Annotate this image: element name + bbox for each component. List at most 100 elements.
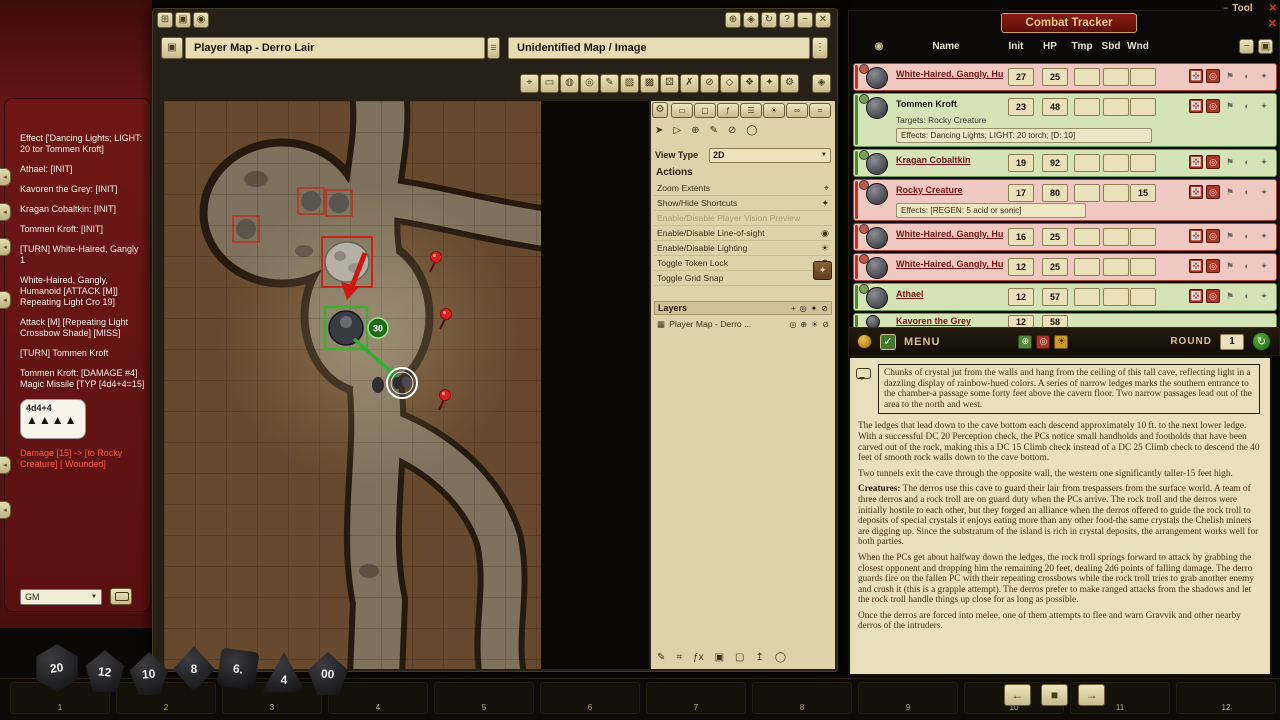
pencil-icon[interactable]: ✎ [709,125,717,136]
panel-gear-button[interactable]: ⚙ [652,102,668,118]
combatant-name[interactable]: Athael [896,289,924,299]
circle-icon[interactable]: ◯ [775,652,786,663]
play-icon[interactable]: ▷ [673,125,681,136]
sparkle-icon[interactable]: ✦ [1257,229,1271,243]
speaker-dropdown[interactable]: GM ▼ [20,589,102,605]
lock-button[interactable]: ◈ [743,12,759,28]
collapsed-window-tab[interactable]: ◂ [0,456,11,474]
hp-value[interactable]: 25 [1042,228,1068,246]
target-icon[interactable]: ◎ [789,320,796,329]
help-button[interactable]: ? [779,12,795,28]
tracker-row[interactable]: Rocky Creature Effects: [REGEN: 5 acid o… [853,179,1277,221]
hotkey-slot[interactable]: 8 [752,682,852,714]
erase-tool[interactable]: ✗ [680,74,699,93]
combatant-portrait[interactable] [866,183,888,205]
zoom-extents-tool[interactable]: ⌖ [520,74,539,93]
round-value[interactable]: 1 [1220,334,1244,350]
sparkle-icon[interactable]: ✦ [1257,69,1271,83]
action-line-of-sight[interactable]: Enable/Disable Line-of-sight◉ [654,226,832,241]
action-token-lock[interactable]: Toggle Token Lock⚙ [654,256,832,271]
panel-tool-button[interactable]: ∞ [786,103,808,118]
sbd-value[interactable] [1103,98,1129,116]
token-tool[interactable]: ◍ [560,74,579,93]
forbid-tool[interactable]: ⊘ [700,74,719,93]
group-tool[interactable]: ❖ [740,74,759,93]
sbd-value[interactable] [1103,288,1129,306]
window-panel-button[interactable]: ▣ [175,12,191,28]
roll-die-icon[interactable]: ⚄ [1189,99,1203,113]
no-entry-icon[interactable]: ⊘ [728,125,736,136]
tracker-row[interactable]: White-Haired, Gangly, Hu 27 25 ⊕◎⚑◐✦⚄ [853,63,1277,91]
effects-icon[interactable]: ◎ [1206,229,1220,243]
combatant-portrait[interactable] [866,227,888,249]
combatant-portrait[interactable] [866,97,888,119]
copy-icon[interactable]: ▢ [735,652,744,663]
wnd-value[interactable] [1130,154,1156,172]
wnd-value[interactable] [1130,228,1156,246]
flag-icon[interactable]: ⚑ [1223,155,1237,169]
speech-bubble-icon[interactable] [856,368,871,379]
minimize-button[interactable]: − [797,12,813,28]
sparkle-icon[interactable]: ✦ [1257,155,1271,169]
add-layer-icon[interactable]: + [791,304,796,313]
select-tool[interactable]: ▭ [540,74,559,93]
vision-icon[interactable]: ◐ [1240,229,1254,243]
tab-list-button[interactable]: ☰ [487,37,500,59]
d100-die[interactable]: 00 [306,652,350,696]
sbd-value[interactable] [1103,68,1129,86]
d4-die[interactable]: 4 [262,652,306,694]
combatant-name[interactable]: White-Haired, Gangly, Hu [896,259,1003,269]
flag-icon[interactable]: ⚑ [1223,69,1237,83]
hp-value[interactable]: 92 [1042,154,1068,172]
hotkey-slot[interactable]: 7 [646,682,746,714]
flag-icon[interactable]: ⚑ [1223,289,1237,303]
panel-tool-button[interactable]: ▭ [671,103,693,118]
sparkle-icon[interactable]: ✦ [1257,289,1271,303]
panel-tool-button[interactable]: ▢ [694,103,716,118]
combatant-name[interactable]: White-Haired, Gangly, Hu [896,69,1003,79]
tab-unidentified-map[interactable]: Unidentified Map / Image [508,37,810,59]
wnd-value[interactable] [1130,288,1156,306]
map-tab-icon-button[interactable]: ▣ [161,37,183,59]
combatant-name[interactable]: Rocky Creature [896,185,963,195]
hp-value[interactable]: 48 [1042,98,1068,116]
tab-options-button[interactable]: ⋮ [812,37,828,59]
sparkle-icon[interactable]: ✦ [1257,99,1271,113]
collapsed-window-tab[interactable]: ◂ [0,168,11,186]
init-value[interactable]: 12 [1008,288,1034,306]
dice-tool[interactable]: ⚄ [660,74,679,93]
tmp-value[interactable] [1074,98,1100,116]
action-lighting[interactable]: Enable/Disable Lighting☀ [654,241,832,256]
combatant-name[interactable]: White-Haired, Gangly, Hu [896,229,1003,239]
zoom-button[interactable]: ⊕ [725,12,741,28]
collapsed-window-tab[interactable]: ◂ [0,203,11,221]
close-button[interactable]: ✕ [815,12,831,28]
combatant-name[interactable]: Tommen Kroft [896,99,957,109]
map-window-titlebar[interactable]: ⊞ ▣ ◉ ⊕ ◈ ↻ ? − ✕ [153,9,837,31]
effects-icon[interactable]: ◎ [1206,259,1220,273]
d12-die[interactable]: 12 [84,650,126,694]
chat-bubble-icon[interactable] [110,588,132,605]
tracker-row-active[interactable]: Tommen Kroft Targets: Rocky Creature Eff… [853,93,1277,147]
tracker-row[interactable]: Athael 12 57 ⊕◎⚑◐✦⚄ [853,283,1277,311]
cursor-icon[interactable]: ➤ [655,125,663,136]
minimize-button[interactable]: − [1239,39,1254,54]
tmp-value[interactable] [1074,288,1100,306]
light-icon[interactable]: ☀ [1054,335,1068,349]
panel-tool-button[interactable]: ☀ [763,103,785,118]
sbd-value[interactable] [1103,184,1129,202]
action-zoom-extents[interactable]: Zoom Extents⌖ [654,181,832,196]
next-page-button[interactable]: → [1078,684,1105,706]
export-icon[interactable]: ↥ [756,652,764,663]
hp-value[interactable]: 57 [1042,288,1068,306]
action-show-hide-shortcuts[interactable]: Show/Hide Shortcuts✦ [654,196,832,211]
minimize-icon[interactable]: − [1223,3,1228,13]
init-value[interactable]: 12 [1008,258,1034,276]
vision-icon[interactable]: ◐ [1240,99,1254,113]
stop-button[interactable]: ■ [1041,684,1068,706]
tmp-value[interactable] [1074,228,1100,246]
tmp-value[interactable] [1074,258,1100,276]
effects-icon[interactable]: ◎ [1206,185,1220,199]
d6-die[interactable]: 6. [217,648,260,691]
panel-tool-button[interactable]: ⌗ [809,103,831,118]
